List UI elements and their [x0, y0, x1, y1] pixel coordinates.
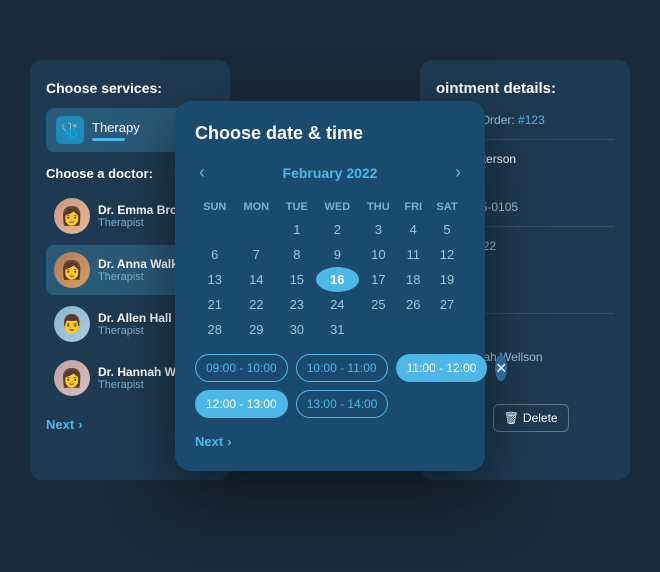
calendar-panel: Choose date & time ‹ February 2022 › SUN… [175, 101, 485, 471]
calendar-day[interactable] [359, 317, 397, 342]
calendar-nav: ‹ February 2022 › [195, 162, 465, 183]
day-header-wed: WED [316, 197, 360, 217]
avatar: 👩 [54, 360, 90, 396]
doctor-name: Dr. Emma Brow [98, 203, 187, 217]
service-bar [92, 138, 125, 141]
right-panel-title: ointment details: [436, 80, 614, 97]
calendar-day[interactable]: 22 [234, 292, 278, 317]
day-header-tue: TUE [278, 197, 315, 217]
next-button[interactable]: Next › [46, 417, 83, 432]
calendar-day[interactable]: 8 [278, 242, 315, 267]
calendar-day[interactable]: 27 [429, 292, 465, 317]
calendar-day[interactable]: 5 [429, 217, 465, 242]
time-slot-selected[interactable]: 11:00 - 12:00 [396, 354, 488, 382]
calendar-grid: SUN MON TUE WED THU FRI SAT 1 2 3 4 5 6 [195, 197, 465, 342]
day-header-sun: SUN [195, 197, 234, 217]
calendar-day[interactable]: 23 [278, 292, 315, 317]
calendar-day[interactable]: 21 [195, 292, 234, 317]
time-slot[interactable]: 09:00 - 10:00 [195, 354, 288, 382]
calendar-day[interactable]: 25 [359, 292, 397, 317]
calendar-day[interactable]: 10 [359, 242, 397, 267]
service-icon: 🩺 [56, 116, 84, 144]
day-header-mon: MON [234, 197, 278, 217]
calendar-week: 13 14 15 16 17 18 19 [195, 267, 465, 292]
chevron-right-icon: › [227, 434, 231, 449]
time-slot[interactable]: 13:00 - 14:00 [296, 390, 389, 418]
day-header-thu: THU [359, 197, 397, 217]
avatar: 👨 [54, 306, 90, 342]
calendar-day[interactable]: 2 [316, 217, 360, 242]
month-year-label: February 2022 [283, 165, 378, 181]
left-panel-title: Choose services: [46, 80, 214, 96]
time-slots-container: 09:00 - 10:00 10:00 - 11:00 11:00 - 12:0… [195, 354, 465, 418]
avatar: 👩 [54, 252, 90, 288]
calendar-day[interactable]: 12 [429, 242, 465, 267]
doctor-name: Dr. Anna Walke [98, 257, 184, 271]
calendar-day[interactable]: 30 [278, 317, 315, 342]
calendar-day[interactable]: 7 [234, 242, 278, 267]
trash-icon: 🗑 [504, 411, 519, 425]
calendar-week: 1 2 3 4 5 [195, 217, 465, 242]
doctor-role: Therapist [98, 271, 184, 283]
calendar-day[interactable]: 11 [398, 242, 429, 267]
calendar-day[interactable] [429, 317, 465, 342]
calendar-day[interactable]: 31 [316, 317, 360, 342]
calendar-day[interactable]: 4 [398, 217, 429, 242]
calendar-day[interactable]: 28 [195, 317, 234, 342]
calendar-week: 28 29 30 31 [195, 317, 465, 342]
calendar-day[interactable]: 6 [195, 242, 234, 267]
calendar-day[interactable]: 19 [429, 267, 465, 292]
calendar-week: 21 22 23 24 25 26 27 [195, 292, 465, 317]
time-slot-row: 09:00 - 10:00 10:00 - 11:00 11:00 - 12:0… [195, 354, 465, 382]
calendar-day[interactable]: 26 [398, 292, 429, 317]
calendar-day[interactable] [195, 217, 234, 242]
calendar-day[interactable] [398, 317, 429, 342]
calendar-day[interactable] [234, 217, 278, 242]
doctor-role: Therapist [98, 217, 187, 229]
delete-button[interactable]: 🗑 Delete [493, 404, 569, 432]
related-order-link[interactable]: #123 [518, 113, 545, 127]
calendar-day[interactable]: 17 [359, 267, 397, 292]
time-slot-selected[interactable]: 12:00 - 13:00 [195, 390, 288, 418]
calendar-day[interactable]: 18 [398, 267, 429, 292]
chevron-right-icon: › [78, 417, 82, 432]
time-slot-row: 12:00 - 13:00 13:00 - 14:00 [195, 390, 465, 418]
calendar-day[interactable]: 9 [316, 242, 360, 267]
calendar-day[interactable]: 29 [234, 317, 278, 342]
doctor-name: Dr. Hannah Wri [98, 365, 184, 379]
doctor-name: Dr. Allen Hall [98, 311, 172, 325]
avatar: 👩 [54, 198, 90, 234]
calendar-day[interactable]: 1 [278, 217, 315, 242]
service-label: Therapy [92, 120, 140, 135]
calendar-next-button[interactable]: Next › [195, 434, 232, 449]
doctor-role: Therapist [98, 379, 184, 391]
calendar-day[interactable]: 15 [278, 267, 315, 292]
next-month-button[interactable]: › [451, 162, 465, 183]
doctor-role: Therapist [98, 325, 172, 337]
calendar-day[interactable]: 13 [195, 267, 234, 292]
calendar-week: 6 7 8 9 10 11 12 [195, 242, 465, 267]
calendar-title: Choose date & time [195, 123, 465, 144]
calendar-day[interactable]: 3 [359, 217, 397, 242]
time-slot[interactable]: 10:00 - 11:00 [296, 354, 388, 382]
day-header-sat: SAT [429, 197, 465, 217]
calendar-day[interactable]: 24 [316, 292, 360, 317]
calendar-day-selected[interactable]: 16 [316, 267, 360, 292]
calendar-day[interactable]: 14 [234, 267, 278, 292]
day-header-fri: FRI [398, 197, 429, 217]
prev-month-button[interactable]: ‹ [195, 162, 209, 183]
